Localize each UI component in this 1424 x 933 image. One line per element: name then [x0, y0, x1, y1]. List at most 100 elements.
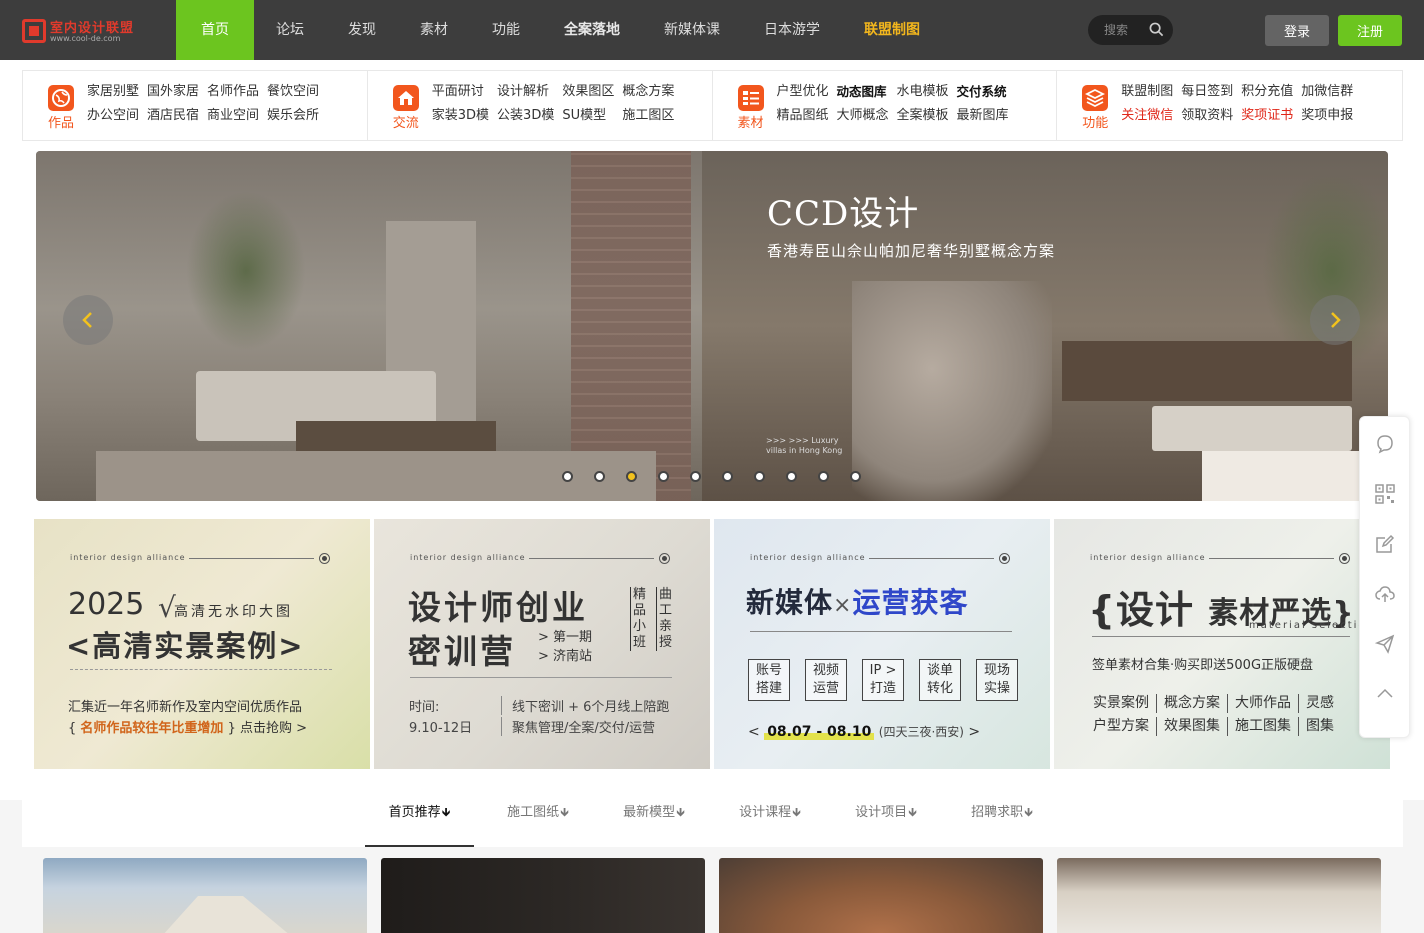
category-link[interactable]: 关注微信: [1121, 107, 1173, 125]
category-link[interactable]: 国外家居: [147, 83, 199, 101]
nav-item-japan-study-tour[interactable]: 日本游学: [742, 0, 842, 60]
category-link[interactable]: 奖项证书: [1241, 107, 1293, 125]
search-input[interactable]: [1104, 21, 1148, 39]
banner-pagination-dot[interactable]: [786, 471, 797, 482]
category-link[interactable]: 水电模板: [897, 83, 949, 101]
tab-home-recommend[interactable]: 首页推荐🡻: [365, 800, 474, 847]
category-link[interactable]: 户型优化: [777, 83, 829, 101]
tab-latest-models[interactable]: 最新模型🡻: [604, 800, 704, 847]
edit-icon[interactable]: [1374, 533, 1396, 555]
category-link[interactable]: 效果图区: [562, 83, 614, 101]
promo-feature-text: IP >: [869, 663, 897, 678]
cloud-upload-icon[interactable]: [1374, 583, 1396, 605]
nav-item-new-media-course[interactable]: 新媒体课: [642, 0, 742, 60]
tab-label: 设计课程: [739, 805, 792, 820]
category-link[interactable]: 概念方案: [622, 83, 674, 101]
tab-design-courses[interactable]: 设计课程🡻: [720, 800, 820, 847]
category-link[interactable]: 设计解析: [497, 83, 554, 101]
tab-design-projects[interactable]: 设计项目🡻: [836, 800, 936, 847]
recommended-item-thumbnail[interactable]: [381, 858, 705, 933]
chat-bubble-icon[interactable]: [1374, 433, 1396, 455]
banner-next-button[interactable]: [1310, 295, 1360, 345]
register-button[interactable]: 注册: [1338, 15, 1402, 46]
category-link[interactable]: 加微信群: [1301, 83, 1353, 101]
promo-card-design-materials[interactable]: interior design alliance {设计 素材严选} mater…: [1054, 519, 1390, 769]
promo-category: 图集: [1306, 718, 1334, 734]
category-label[interactable]: 素材: [730, 112, 772, 131]
category-link[interactable]: 动态图库: [837, 83, 889, 101]
category-label[interactable]: 功能: [1074, 112, 1116, 131]
category-link[interactable]: 名师作品: [207, 83, 259, 101]
nav-item-functions[interactable]: 功能: [470, 0, 542, 60]
banner-image-left: [36, 151, 702, 501]
promo-category: 效果图集: [1157, 717, 1228, 736]
nav-item-alliance-drawing[interactable]: 联盟制图: [842, 0, 942, 60]
nav-item-home[interactable]: 首页: [176, 0, 254, 60]
recommended-item-thumbnail[interactable]: [719, 858, 1043, 933]
promo-card-bootcamp[interactable]: interior design alliance 设计师创业 密训营 > 第一期…: [374, 519, 710, 769]
category-link[interactable]: 办公空间: [87, 107, 139, 125]
recommended-item-thumbnail[interactable]: [43, 858, 367, 933]
nav-item-discover[interactable]: 发现: [326, 0, 398, 60]
nav-item-materials[interactable]: 素材: [398, 0, 470, 60]
banner-pagination-dot[interactable]: [562, 471, 573, 482]
banner-pagination-dot[interactable]: [658, 471, 669, 482]
promo-category: 施工图集: [1228, 717, 1299, 736]
category-label[interactable]: 交流: [385, 112, 427, 131]
nav-item-full-case[interactable]: 全案落地: [542, 0, 642, 60]
banner-pagination-dot[interactable]: [594, 471, 605, 482]
banner-pagination-dot[interactable]: [850, 471, 861, 482]
banner-pagination-dot[interactable]: [818, 471, 829, 482]
promo-cta-line[interactable]: { 名师作品较往年比重增加 } 点击抢购 >: [68, 717, 307, 736]
category-link[interactable]: 每日签到: [1181, 83, 1233, 101]
banner-pagination-dot[interactable]: [626, 471, 637, 482]
banner-prev-button[interactable]: [63, 295, 113, 345]
logo-mark-icon: [22, 19, 46, 43]
login-button[interactable]: 登录: [1265, 15, 1329, 46]
send-icon[interactable]: [1374, 633, 1396, 655]
category-link[interactable]: 最新图库: [957, 107, 1009, 125]
category-link[interactable]: 积分充值: [1241, 83, 1293, 101]
recommended-item-thumbnail[interactable]: [1057, 858, 1381, 933]
tab-recruitment[interactable]: 招聘求职 🡻: [952, 800, 1052, 847]
promo-cta[interactable]: } 点击抢购 >: [228, 721, 307, 736]
category-link[interactable]: 领取资料: [1181, 107, 1233, 125]
category-link[interactable]: SU模型: [562, 107, 614, 125]
main-nav: 首页 论坛 发现 素材 功能 全案落地 新媒体课 日本游学 联盟制图: [176, 0, 942, 60]
category-link[interactable]: 施工图区: [622, 107, 674, 125]
banner-title: CCD设计: [767, 194, 920, 234]
category-link[interactable]: 全案模板: [897, 107, 949, 125]
category-link[interactable]: 酒店民宿: [147, 107, 199, 125]
category-link[interactable]: 家居别墅: [87, 83, 139, 101]
nav-item-forum[interactable]: 论坛: [254, 0, 326, 60]
category-link[interactable]: 交付系统: [957, 83, 1009, 101]
promo-feature-box: 现场 实操: [976, 659, 1018, 701]
promo-detail: 线下密训 + 6个月线上陪跑: [501, 696, 669, 715]
promo-small-title: 高清无水印大图: [174, 604, 293, 620]
category-link[interactable]: 大师概念: [837, 107, 889, 125]
promo-card-new-media[interactable]: interior design alliance 新媒体×运营获客 账号 搭建 视…: [714, 519, 1050, 769]
category-link[interactable]: 公装3D模: [497, 107, 554, 125]
category-link[interactable]: 平面研讨: [432, 83, 489, 101]
back-to-top-icon[interactable]: [1374, 683, 1396, 705]
category-link[interactable]: 商业空间: [207, 107, 259, 125]
category-link[interactable]: 餐饮空间: [267, 83, 319, 101]
promo-big-title: <高清实景案例>: [66, 629, 305, 663]
category-link[interactable]: 奖项申报: [1301, 107, 1353, 125]
category-link[interactable]: 联盟制图: [1121, 83, 1173, 101]
hero-banner-carousel[interactable]: CCD设计 香港寿臣山佘山帕加尼奢华别墅概念方案 >>> >>> Luxury …: [36, 151, 1388, 501]
category-link[interactable]: 精品图纸: [777, 107, 829, 125]
category-link[interactable]: 娱乐会所: [267, 107, 319, 125]
banner-pagination-dot[interactable]: [722, 471, 733, 482]
promo-card-hd-cases[interactable]: interior design alliance 2025 √ 高清无水印大图 …: [34, 519, 370, 769]
search-icon[interactable]: [1149, 22, 1164, 37]
banner-pagination-dot[interactable]: [754, 471, 765, 482]
promo-description: 汇集近一年名师新作及室内空间优质作品: [68, 700, 303, 715]
qr-code-icon[interactable]: [1374, 483, 1396, 505]
category-label[interactable]: 作品: [40, 112, 82, 131]
site-logo[interactable]: 室内设计联盟 www.cool-de.com: [22, 17, 144, 45]
promo-feature-box: 视频 运营: [805, 659, 847, 701]
category-link[interactable]: 家装3D模: [432, 107, 489, 125]
tab-construction-drawings[interactable]: 施工图纸🡻: [488, 800, 588, 847]
banner-pagination-dot[interactable]: [690, 471, 701, 482]
